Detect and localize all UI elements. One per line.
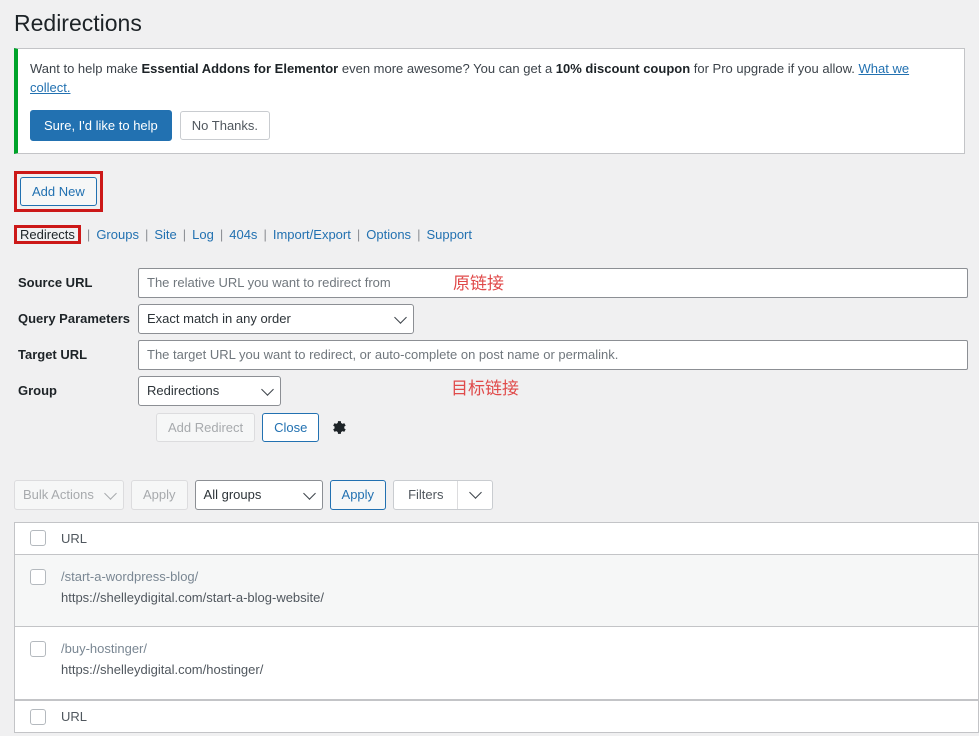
group-row: Group Redirections 目标链接 — [0, 375, 979, 407]
table-row[interactable]: /start-a-wordpress-blog/ https://shelley… — [15, 555, 978, 628]
source-url-input[interactable] — [138, 268, 968, 298]
row-checkbox[interactable] — [30, 569, 46, 585]
accept-tracking-button[interactable]: Sure, I'd like to help — [30, 110, 172, 141]
query-parameters-value: Exact match in any order — [147, 311, 291, 326]
notice-text-before: Want to help make — [30, 61, 142, 76]
add-new-annotation-box: Add New — [14, 171, 103, 212]
target-url-field-area — [138, 340, 979, 370]
source-url-label: Source URL — [0, 275, 138, 290]
group-select[interactable]: Redirections — [138, 376, 281, 406]
query-parameters-field-area: Exact match in any order — [138, 304, 979, 334]
table-row[interactable]: /buy-hostinger/ https://shelleydigital.c… — [15, 627, 978, 700]
tab-log[interactable]: Log — [192, 227, 214, 242]
close-form-button[interactable]: Close — [262, 413, 319, 442]
tab-redirects[interactable]: Redirects — [20, 227, 75, 242]
row-source-url[interactable]: /start-a-wordpress-blog/ — [61, 567, 324, 588]
source-url-field-area: 原链接 — [138, 268, 979, 298]
query-parameters-row: Query Parameters Exact match in any orde… — [0, 303, 979, 335]
redirections-page: Redirections Want to help make Essential… — [0, 0, 979, 736]
table-header-row: URL — [15, 523, 978, 555]
add-redirect-button[interactable]: Add Redirect — [156, 413, 255, 442]
redirects-table: URL /start-a-wordpress-blog/ https://she… — [14, 522, 979, 733]
row-url-cell: /buy-hostinger/ https://shelleydigital.c… — [61, 627, 263, 699]
column-header-url-bottom[interactable]: URL — [61, 709, 87, 724]
tab-separator: | — [81, 227, 96, 242]
row-url-cell: /start-a-wordpress-blog/ https://shelley… — [61, 555, 324, 627]
add-new-wrapper: Add New — [14, 171, 103, 212]
target-url-input[interactable] — [138, 340, 968, 370]
chevron-down-icon — [303, 487, 316, 500]
add-redirect-form: Source URL 原链接 Query Parameters Exact ma… — [0, 267, 979, 442]
tab-options[interactable]: Options — [366, 227, 411, 242]
subnav-tabs: Redirects | Groups | Site | Log | 404s |… — [14, 223, 979, 247]
chevron-down-icon — [261, 383, 274, 396]
gear-icon[interactable] — [330, 419, 347, 436]
notice-text-mid: even more awesome? You can get a — [338, 61, 556, 76]
decline-tracking-button[interactable]: No Thanks. — [180, 111, 270, 140]
group-value: Redirections — [147, 383, 219, 398]
bulk-actions-toolbar-top: Bulk Actions Apply All groups Apply Filt… — [14, 480, 979, 510]
target-link-annotation: 目标链接 — [451, 374, 519, 399]
notice-bold-coupon: 10% discount coupon — [556, 61, 690, 76]
notice-message: Want to help make Essential Addons for E… — [30, 59, 952, 98]
notice-text-after: for Pro upgrade if you allow. — [690, 61, 858, 76]
select-all-cell-bottom — [15, 709, 61, 725]
chevron-down-icon — [104, 487, 117, 500]
column-header-url-top[interactable]: URL — [61, 531, 87, 546]
tab-groups[interactable]: Groups — [96, 227, 139, 242]
table-footer-row: URL — [15, 700, 978, 732]
filters-dropdown[interactable]: Filters — [393, 480, 493, 510]
row-checkbox[interactable] — [30, 641, 46, 657]
query-parameters-select[interactable]: Exact match in any order — [138, 304, 414, 334]
notice-actions: Sure, I'd like to help No Thanks. — [30, 110, 952, 141]
tab-separator: | — [351, 227, 366, 242]
chevron-down-icon[interactable] — [458, 492, 492, 497]
select-all-cell-top — [15, 530, 61, 546]
select-all-checkbox-top[interactable] — [30, 530, 46, 546]
groups-filter-value: All groups — [204, 487, 262, 502]
bulk-actions-select-top[interactable]: Bulk Actions — [14, 480, 124, 510]
filters-label: Filters — [394, 487, 457, 502]
target-url-row: Target URL — [0, 339, 979, 371]
apply-bulk-button-top[interactable]: Apply — [131, 480, 188, 510]
tab-separator: | — [257, 227, 272, 242]
consent-notice: Want to help make Essential Addons for E… — [14, 48, 965, 154]
group-label: Group — [0, 383, 138, 398]
source-url-row: Source URL 原链接 — [0, 267, 979, 299]
tab-import-export[interactable]: Import/Export — [273, 227, 351, 242]
tab-site[interactable]: Site — [154, 227, 176, 242]
redirects-tab-annotation-box: Redirects — [14, 225, 81, 244]
groups-filter-select[interactable]: All groups — [195, 480, 323, 510]
tab-separator: | — [411, 227, 426, 242]
page-title: Redirections — [0, 0, 979, 43]
apply-groups-filter-button[interactable]: Apply — [330, 480, 387, 510]
tab-separator: | — [177, 227, 192, 242]
tab-separator: | — [214, 227, 229, 242]
row-select-cell — [15, 555, 61, 585]
query-parameters-label: Query Parameters — [0, 311, 138, 326]
row-target-url: https://shelleydigital.com/start-a-blog-… — [61, 588, 324, 609]
tab-separator: | — [139, 227, 154, 242]
select-all-checkbox-bottom[interactable] — [30, 709, 46, 725]
row-target-url: https://shelleydigital.com/hostinger/ — [61, 660, 263, 681]
add-new-button[interactable]: Add New — [20, 177, 97, 206]
tab-404s[interactable]: 404s — [229, 227, 257, 242]
chevron-down-icon — [394, 311, 407, 324]
row-select-cell — [15, 627, 61, 657]
row-source-url[interactable]: /buy-hostinger/ — [61, 639, 263, 660]
group-field-area: Redirections 目标链接 — [138, 376, 979, 406]
tab-support[interactable]: Support — [426, 227, 472, 242]
bulk-actions-value-top: Bulk Actions — [23, 487, 94, 502]
form-actions: Add Redirect Close — [156, 413, 979, 442]
target-url-label: Target URL — [0, 347, 138, 362]
notice-bold-product: Essential Addons for Elementor — [142, 61, 339, 76]
